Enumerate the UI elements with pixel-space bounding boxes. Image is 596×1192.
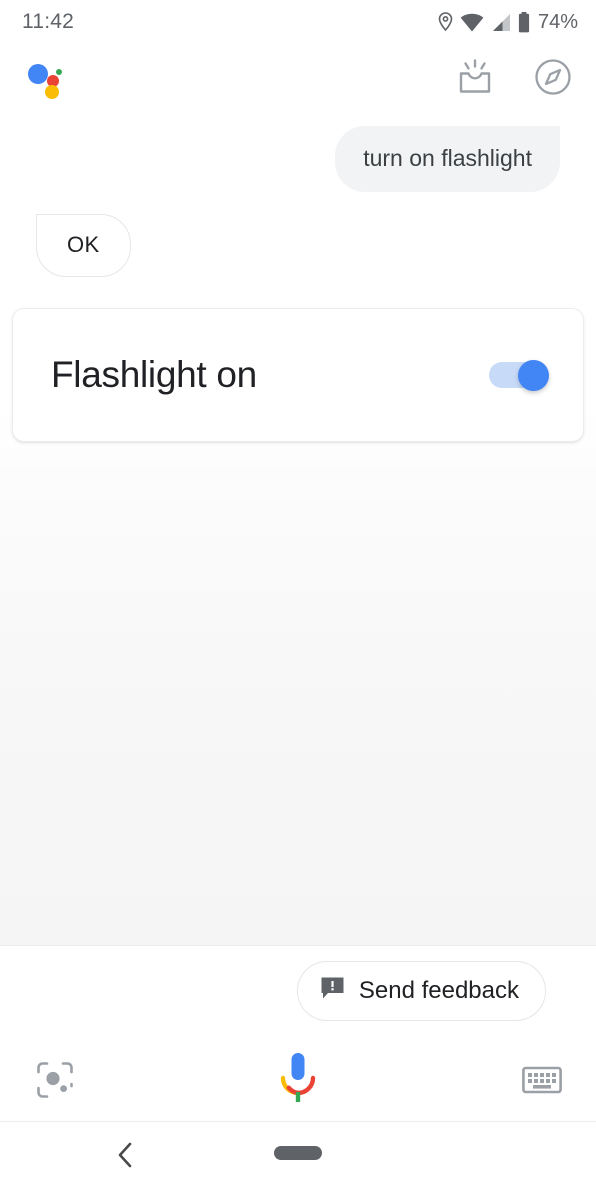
battery-percent: 74%: [537, 10, 578, 33]
assistant-screen: 11:42 74% turn on flashlight OK Flashlig…: [0, 0, 596, 1192]
logo-dot-blue: [28, 64, 48, 84]
input-bar: [0, 1040, 596, 1120]
keyboard-icon[interactable]: [522, 1065, 562, 1095]
toggle-thumb: [518, 360, 549, 391]
assistant-response-bubble: OK: [36, 214, 131, 277]
wifi-icon: [460, 13, 484, 32]
flashlight-card-title: Flashlight on: [51, 354, 257, 395]
google-assistant-logo[interactable]: [28, 59, 68, 99]
app-header: [0, 48, 596, 106]
logo-dot-green: [56, 69, 62, 75]
system-nav-bar: [0, 1122, 596, 1192]
logo-dot-yellow: [45, 85, 59, 99]
flashlight-card[interactable]: Flashlight on: [12, 308, 584, 442]
cellular-signal-icon: [491, 13, 511, 32]
home-pill-handle[interactable]: [274, 1146, 322, 1160]
feedback-row: Send feedback: [0, 961, 596, 1021]
battery-icon: [518, 11, 530, 33]
explore-compass-icon[interactable]: [534, 58, 572, 96]
send-feedback-button[interactable]: Send feedback: [296, 961, 546, 1021]
header-actions: [456, 58, 572, 96]
feedback-icon: [320, 976, 345, 1006]
status-indicators: 74%: [438, 11, 578, 34]
footer-divider: [0, 945, 596, 946]
flashlight-toggle[interactable]: [489, 360, 549, 391]
google-mic-icon[interactable]: [276, 1051, 320, 1109]
user-query-row: turn on flashlight: [0, 106, 596, 192]
updates-inbox-icon[interactable]: [456, 59, 494, 95]
back-chevron-icon[interactable]: [113, 1140, 139, 1175]
google-lens-icon[interactable]: [34, 1059, 76, 1101]
conversation-area: turn on flashlight OK Flashlight on: [0, 106, 596, 945]
status-bar: 11:42 74%: [0, 0, 596, 44]
assistant-response-row: OK: [0, 192, 596, 277]
status-time: 11:42: [22, 10, 74, 33]
location-pin-icon: [438, 12, 453, 32]
send-feedback-label: Send feedback: [358, 977, 519, 1004]
user-query-bubble: turn on flashlight: [335, 126, 560, 192]
